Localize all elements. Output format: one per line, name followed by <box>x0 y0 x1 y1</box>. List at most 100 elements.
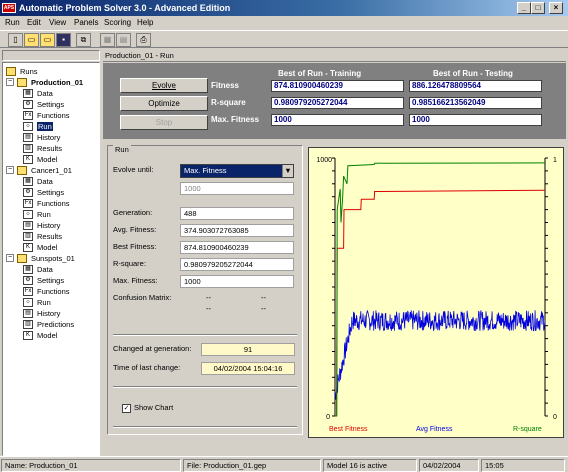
tree-label: Runs <box>20 67 38 76</box>
new-icon[interactable]: ▯ <box>8 33 23 47</box>
tree-item-functions[interactable]: Fx Functions <box>23 198 70 209</box>
tree-item-model[interactable]: K Model <box>23 242 57 253</box>
menu-panels[interactable]: Panels <box>74 17 98 29</box>
tree-item-history[interactable]: ▤ History <box>23 308 60 319</box>
project-tree[interactable]: Runs − Production_01 ▦ Data ⚙ Settings Fx Functi… <box>2 62 100 456</box>
collapse-icon[interactable]: − <box>6 166 14 174</box>
menu-run[interactable]: Run <box>5 17 20 29</box>
tree-item-model[interactable]: K Model <box>23 330 57 341</box>
menu-scoring[interactable]: Scoring <box>104 17 131 29</box>
dropdown-arrow-icon[interactable]: ▼ <box>282 165 293 177</box>
tree-item-project[interactable]: − Cancer1_01 <box>6 165 72 176</box>
functions-icon: Fx <box>23 199 33 208</box>
save-icon[interactable]: ▪ <box>56 33 71 47</box>
target-value-field[interactable]: 1000 <box>180 182 294 195</box>
legend-best-fitness: Best Fitness <box>329 426 368 433</box>
divider <box>113 386 297 388</box>
tree-label: Data <box>37 265 53 274</box>
maximize-button[interactable]: □ <box>531 2 545 14</box>
tree-label: History <box>37 309 61 318</box>
rsquare-testing-value: 0.985166213562049 <box>409 97 542 109</box>
run-group-title: Run <box>113 143 131 157</box>
tree-label: Settings <box>37 100 65 109</box>
tree-label: Predictions <box>37 320 75 329</box>
tree-item-data[interactable]: ▦ Data <box>23 264 53 275</box>
status-name: Name: Production_01 <box>1 459 181 472</box>
show-chart-checkbox[interactable]: ✓ <box>122 404 131 413</box>
settings-icon: ⚙ <box>23 100 33 109</box>
generation-label: Generation: <box>113 208 153 217</box>
menu-view[interactable]: View <box>49 17 66 29</box>
fitness-training-value: 874.810900460239 <box>271 80 404 92</box>
tree-item-settings[interactable]: ⚙ Settings <box>23 187 64 198</box>
evolve-button[interactable]: Evolve <box>120 78 208 93</box>
predictions-icon: ▥ <box>23 320 33 329</box>
tree-item-run[interactable]: ☼ Run <box>23 297 51 308</box>
tree-item-project[interactable]: − Production_01 <box>6 77 83 88</box>
avg-fitness-label: Avg. Fitness: <box>113 225 157 234</box>
close-button[interactable]: × <box>549 2 563 14</box>
open-icon[interactable]: ▭ <box>24 33 39 47</box>
print-icon[interactable]: ⎙ <box>136 33 151 47</box>
collapse-icon[interactable]: − <box>6 78 14 86</box>
data-icon: ▦ <box>23 177 33 186</box>
tree-item-runs[interactable]: Runs <box>6 66 38 77</box>
run-group: Run Evolve until: Max. Fitness ▼ 1000 Ge… <box>107 143 303 435</box>
status-date: 04/02/2004 <box>419 459 479 472</box>
tree-label: Model <box>37 155 58 164</box>
best-fitness-line <box>335 189 546 417</box>
tree-item-history[interactable]: ▤ History <box>23 220 60 231</box>
fitness-label: Fitness <box>211 81 240 90</box>
best-fitness-value: 874.810900460239 <box>180 241 294 254</box>
model-icon: K <box>23 155 33 164</box>
data-icon: ▦ <box>23 89 33 98</box>
optimize-button[interactable]: Optimize <box>120 96 208 111</box>
tree-label: Results <box>37 144 63 153</box>
tree-item-results[interactable]: ▥ Results <box>23 231 62 242</box>
tree-item-history[interactable]: ▤ History <box>23 132 60 143</box>
tree-item-model[interactable]: K Model <box>23 154 57 165</box>
tree-item-run[interactable]: ☼ Run <box>23 209 51 220</box>
history-icon: ▤ <box>23 309 33 318</box>
tree-item-predictions[interactable]: ▥ Predictions <box>23 319 74 330</box>
evolve-until-label: Evolve until: <box>113 165 154 174</box>
menu-help[interactable]: Help <box>137 17 153 29</box>
open-folder-icon[interactable]: ▭ <box>40 33 55 47</box>
results-icon: ▥ <box>23 232 33 241</box>
tree-item-functions[interactable]: Fx Functions <box>23 110 70 121</box>
tree-label: Model <box>37 331 58 340</box>
tree-item-results[interactable]: ▥ Results <box>23 143 62 154</box>
divider <box>113 426 297 428</box>
fitness-chart: 1000 0 1 0 Best Fitness Avg Fitness R-square <box>308 147 564 438</box>
evolve-label: Evolve <box>151 81 176 90</box>
minimize-button[interactable]: _ <box>517 2 531 14</box>
time-last-change-value: 04/02/2004 15:04:16 <box>201 362 295 375</box>
tree-item-data[interactable]: ▦ Data <box>23 88 53 99</box>
folder-icon <box>17 254 27 263</box>
stop-button[interactable]: Stop <box>120 115 208 130</box>
tree-item-run[interactable]: ☼ Run <box>23 121 53 132</box>
collapse-icon[interactable]: − <box>6 254 14 262</box>
rsquare-field-label: R-square: <box>113 259 146 268</box>
tree-item-functions[interactable]: Fx Functions <box>23 286 70 297</box>
model-icon: K <box>23 243 33 252</box>
avg-fitness-line <box>334 309 546 400</box>
functions-icon: Fx <box>23 287 33 296</box>
evolve-until-select[interactable]: Max. Fitness ▼ <box>180 164 294 178</box>
confusion-matrix-label: Confusion Matrix: <box>113 293 172 302</box>
fitness-testing-value: 886.126478809564 <box>409 80 542 92</box>
tree-item-settings[interactable]: ⚙ Settings <box>23 99 64 110</box>
app-icon: APS <box>2 3 16 13</box>
tree-item-project[interactable]: − Sunspots_01 <box>6 253 75 264</box>
grid-icon[interactable]: ▦ <box>100 33 115 47</box>
copy-icon[interactable]: ⧉ <box>76 33 91 47</box>
tree-label: History <box>37 133 61 142</box>
table-icon[interactable]: ▤ <box>116 33 131 47</box>
tree-label: Run <box>37 210 51 219</box>
tree-item-data[interactable]: ▦ Data <box>23 176 53 187</box>
data-icon: ▦ <box>23 265 33 274</box>
max-fitness-testing-value: 1000 <box>409 114 542 126</box>
menu-edit[interactable]: Edit <box>27 17 41 29</box>
left-tick-label: 0 <box>326 414 330 421</box>
tree-item-settings[interactable]: ⚙ Settings <box>23 275 64 286</box>
